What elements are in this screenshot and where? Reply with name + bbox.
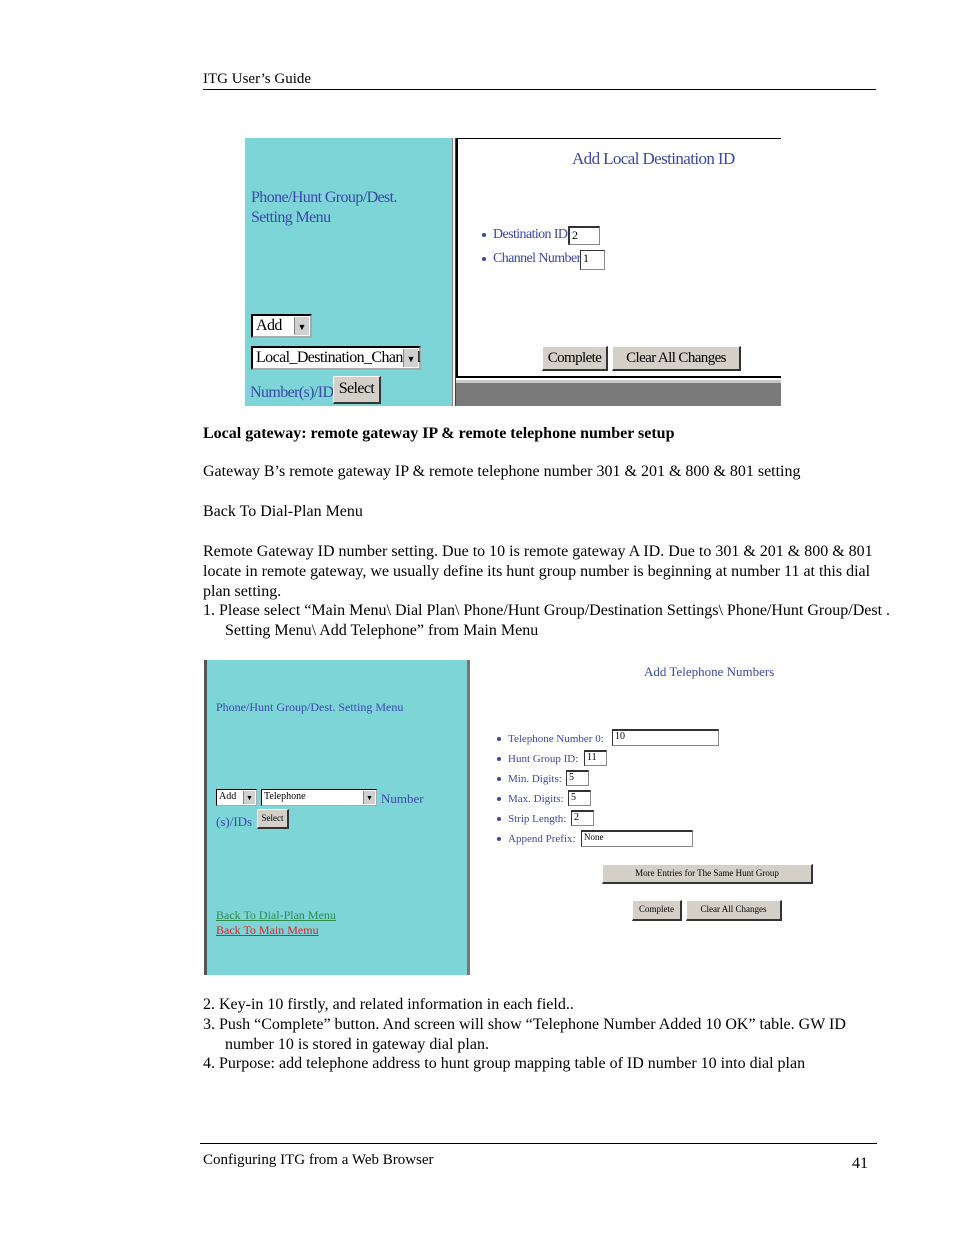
menu-title: Phone/Hunt Group/Dest. Setting Menu — [216, 700, 404, 714]
field-destination-id: Destination ID: — [482, 227, 571, 243]
action-select-value: Add — [256, 317, 282, 334]
channel-number-input[interactable]: 1 — [580, 250, 605, 270]
telephone-number-input[interactable]: 10 — [612, 729, 719, 746]
bullet-icon — [497, 817, 501, 822]
clear-all-changes-button[interactable]: Clear All Changes — [686, 900, 782, 921]
chevron-down-icon: ▼ — [403, 349, 418, 367]
field-append-prefix: Append Prefix: — [497, 833, 576, 845]
bullet-icon — [482, 232, 486, 237]
strip-length-input[interactable]: 2 — [571, 810, 594, 826]
chevron-down-icon: ▼ — [243, 791, 255, 804]
action-select[interactable]: Add ▼ — [216, 789, 257, 806]
page-number: 41 — [852, 1155, 868, 1172]
max-digits-input[interactable]: 5 — [568, 790, 591, 806]
step-item: 4. Purpose: add telephone address to hun… — [203, 1055, 806, 1072]
clear-all-changes-button[interactable]: Clear All Changes — [612, 346, 741, 371]
action-select-value: Add — [219, 791, 237, 802]
paragraph: Back To Dial-Plan Menu — [203, 503, 363, 520]
footer-rule — [200, 1143, 877, 1144]
status-bar — [456, 380, 781, 406]
field-label: Min. Digits: — [508, 773, 562, 785]
field-strip-length: Strip Length: — [497, 813, 566, 825]
paragraph: Remote Gateway ID number setting. Due to… — [203, 543, 873, 600]
field-label: Destination ID: — [493, 227, 571, 242]
form-title: Add Local Destination ID — [572, 149, 735, 168]
destination-id-input[interactable]: 2 — [568, 226, 600, 245]
menu-panel: Phone/Hunt Group/Dest. Setting Menu Add … — [204, 660, 470, 975]
type-select-value: Telephone — [264, 791, 306, 802]
select-button[interactable]: Select — [333, 376, 381, 404]
field-label: Strip Length: — [508, 813, 567, 825]
bullet-icon — [497, 757, 501, 762]
bullet-icon — [482, 256, 486, 261]
action-select[interactable]: Add ▼ — [251, 314, 312, 338]
running-header: ITG User’s Guide — [203, 71, 312, 87]
chevron-down-icon: ▼ — [294, 317, 309, 335]
form-title: Add Telephone Numbers — [644, 664, 775, 679]
chevron-down-icon: ▼ — [363, 791, 375, 804]
type-select[interactable]: Telephone ▼ — [261, 789, 377, 806]
numbers-label-continued: (s)/IDs — [216, 814, 253, 829]
field-label: Channel Number: — [493, 251, 585, 266]
numbers-label: Number — [381, 791, 424, 806]
menu-panel: Phone/Hunt Group/Dest. Setting Menu Add … — [245, 138, 453, 406]
field-channel-number: Channel Number: — [482, 251, 585, 267]
step-item: 2. Key-in 10 firstly, and related inform… — [203, 996, 574, 1013]
back-to-main-menu-link[interactable]: Back To Main Memu — [216, 923, 319, 938]
step-item: 3. Push “Complete” button. And screen wi… — [203, 1016, 846, 1053]
type-select-value: Local_Destination_Channel — [256, 349, 421, 366]
select-button[interactable]: Select — [257, 809, 289, 829]
form-panel: Add Local Destination ID Destination ID:… — [456, 138, 781, 378]
menu-title: Phone/Hunt Group/Dest. Setting Menu — [251, 189, 398, 226]
field-label: Max. Digits: — [508, 793, 564, 805]
bullet-icon — [497, 777, 501, 782]
complete-button[interactable]: Complete — [542, 346, 608, 371]
bullet-icon — [497, 797, 501, 802]
field-telephone-number: Telephone Number 0: — [497, 733, 604, 745]
numbers-label: Number(s)/IDs — [250, 384, 340, 401]
step-item: 1. Please select “Main Menu\ Dial Plan\ … — [203, 602, 891, 639]
paragraph: Gateway B’s remote gateway IP & remote t… — [203, 463, 801, 480]
type-select[interactable]: Local_Destination_Channel ▼ — [251, 346, 421, 370]
field-label: Append Prefix: — [508, 833, 576, 845]
field-label: Hunt Group ID: — [508, 753, 579, 765]
hunt-group-id-input[interactable]: 11 — [584, 750, 607, 766]
field-min-digits: Min. Digits: — [497, 773, 562, 785]
field-max-digits: Max. Digits: — [497, 793, 564, 805]
bullet-icon — [497, 837, 501, 842]
field-label: Telephone Number 0: — [508, 733, 604, 745]
complete-button[interactable]: Complete — [632, 900, 682, 921]
section-heading: Local gateway: remote gateway IP & remot… — [203, 425, 675, 442]
back-to-dial-plan-link[interactable]: Back To Dial-Plan Menu — [216, 908, 336, 923]
more-entries-button[interactable]: More Entries for The Same Hunt Group — [602, 864, 813, 884]
min-digits-input[interactable]: 5 — [566, 770, 589, 786]
field-hunt-group-id: Hunt Group ID: — [497, 753, 578, 765]
append-prefix-input[interactable]: None — [581, 830, 693, 847]
running-footer: Configuring ITG from a Web Browser — [203, 1152, 434, 1168]
header-rule — [203, 89, 876, 90]
bullet-icon — [497, 737, 501, 742]
